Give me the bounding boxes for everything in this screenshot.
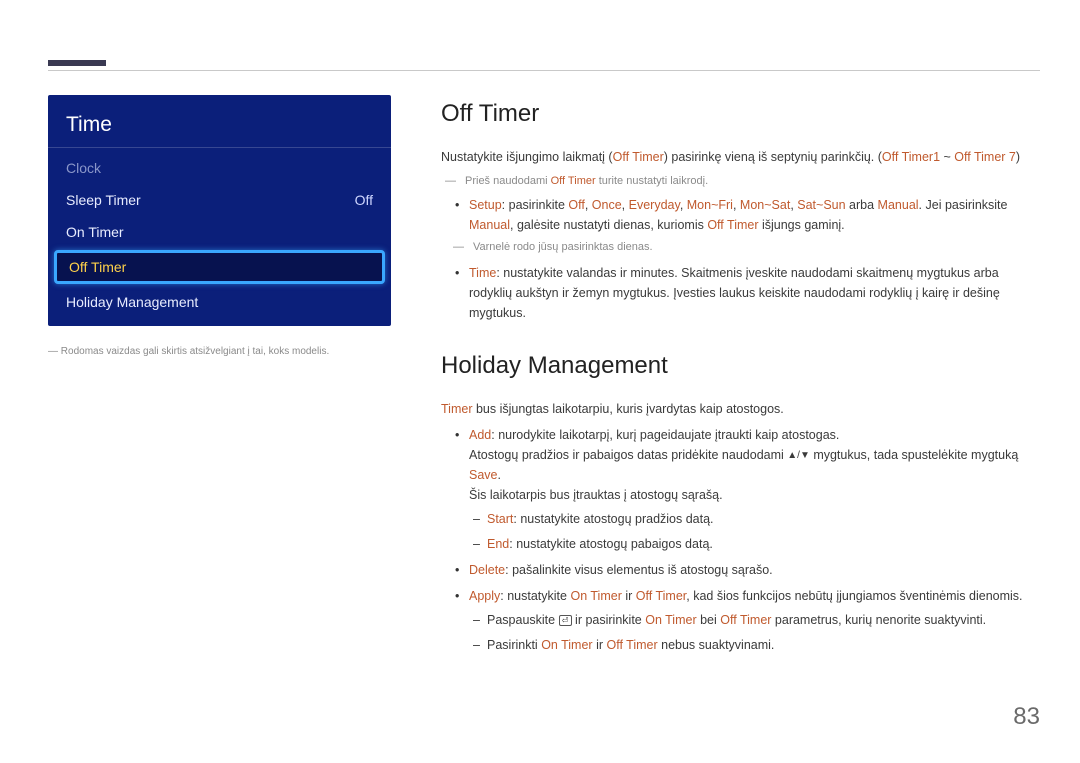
left-footnote: Rodomas vaizdas gali skirtis atsižvelgia… bbox=[48, 344, 391, 359]
kw-manual: Manual bbox=[469, 218, 510, 232]
kw-off-timer: Off Timer bbox=[551, 175, 596, 187]
holiday-bullets: Add: nurodykite laikotarpį, kurį pageida… bbox=[441, 425, 1040, 655]
kw-off-timer7: Off Timer 7 bbox=[954, 150, 1016, 164]
add-sublist: Start: nustatykite atostogų pradžios dat… bbox=[469, 509, 1040, 554]
right-column: Off Timer Nustatykite išjungimo laikmatį… bbox=[441, 95, 1040, 661]
heading-off-timer: Off Timer bbox=[441, 95, 1040, 133]
apply-sublist: Paspauskite ⏎ ir pasirinkite On Timer be… bbox=[469, 610, 1040, 655]
dash-end: End: nustatykite atostogų pabaigos datą. bbox=[487, 534, 1040, 554]
menu-item-holiday-management[interactable]: Holiday Management bbox=[48, 286, 391, 318]
kw-timer: Timer bbox=[441, 402, 472, 416]
kw-off-timer: Off Timer bbox=[720, 613, 771, 627]
time-menu-panel: Time Clock Sleep Timer Off On Timer Off … bbox=[48, 95, 391, 326]
menu-item-label: Clock bbox=[66, 160, 101, 176]
left-column: Time Clock Sleep Timer Off On Timer Off … bbox=[48, 95, 391, 661]
kw-on-timer: On Timer bbox=[541, 638, 592, 652]
menu-item-label: On Timer bbox=[66, 224, 124, 240]
bullet-time: Time: nustatykite valandas ir minutes. S… bbox=[469, 263, 1040, 323]
menu-item-label: Off Timer bbox=[69, 259, 126, 275]
kw-save: Save bbox=[469, 468, 498, 482]
enter-icon: ⏎ bbox=[559, 615, 572, 626]
bullet-setup: Setup: pasirinkite Off, Once, Everyday, … bbox=[469, 195, 1040, 257]
dash-apply-2: Pasirinkti On Timer ir Off Timer nebus s… bbox=[487, 635, 1040, 655]
bullet-add: Add: nurodykite laikotarpį, kurį pageida… bbox=[469, 425, 1040, 554]
kw-manual: Manual bbox=[878, 198, 919, 212]
kw-start: Start bbox=[487, 512, 513, 526]
menu-item-off-timer[interactable]: Off Timer bbox=[54, 250, 385, 284]
menu-item-label: Sleep Timer bbox=[66, 192, 141, 208]
header-accent bbox=[48, 60, 106, 66]
menu-item-clock[interactable]: Clock bbox=[48, 152, 391, 184]
bullet-apply: Apply: nustatykite On Timer ir Off Timer… bbox=[469, 586, 1040, 655]
kw-end: End bbox=[487, 537, 509, 551]
off-timer-intro: Nustatykite išjungimo laikmatį (Off Time… bbox=[441, 147, 1040, 167]
kw-off-timer: Off Timer bbox=[613, 150, 664, 164]
add-detail-2: Šis laikotarpis bus įtrauktas į atostogų… bbox=[469, 485, 1040, 505]
kw-add: Add bbox=[469, 428, 491, 442]
off-timer-bullets: Setup: pasirinkite Off, Once, Everyday, … bbox=[441, 195, 1040, 323]
add-detail-1: Atostogų pradžios ir pabaigos datas prid… bbox=[469, 445, 1040, 485]
kw-off-timer: Off Timer bbox=[707, 218, 758, 232]
kw-off-timer: Off Timer bbox=[636, 589, 686, 603]
menu-item-on-timer[interactable]: On Timer bbox=[48, 216, 391, 248]
up-down-arrow-icon: ▲/▼ bbox=[787, 448, 810, 464]
menu-item-label: Holiday Management bbox=[66, 294, 198, 310]
page-content: Time Clock Sleep Timer Off On Timer Off … bbox=[48, 95, 1040, 661]
kw-on-timer: On Timer bbox=[570, 589, 621, 603]
header-rule bbox=[48, 70, 1040, 71]
page-number: 83 bbox=[1013, 703, 1040, 731]
dash-start: Start: nustatykite atostogų pradžios dat… bbox=[487, 509, 1040, 529]
kw-time: Time bbox=[469, 266, 496, 280]
bullet-delete: Delete: pašalinkite visus elementus iš a… bbox=[469, 560, 1040, 580]
menu-item-value: Off bbox=[355, 192, 373, 208]
note-checkmark: Varnelė rodo jūsų pasirinktas dienas. bbox=[473, 239, 1040, 257]
menu-item-sleep-timer[interactable]: Sleep Timer Off bbox=[48, 184, 391, 216]
kw-setup: Setup bbox=[469, 198, 502, 212]
menu-title: Time bbox=[48, 95, 391, 148]
kw-off-timer1: Off Timer1 bbox=[882, 150, 940, 164]
note-clock-required: Prieš naudodami Off Timer turite nustaty… bbox=[465, 173, 1040, 191]
kw-delete: Delete bbox=[469, 563, 505, 577]
heading-holiday-management: Holiday Management bbox=[441, 347, 1040, 385]
kw-apply: Apply bbox=[469, 589, 500, 603]
holiday-intro: Timer bus išjungtas laikotarpiu, kuris į… bbox=[441, 399, 1040, 419]
dash-apply-1: Paspauskite ⏎ ir pasirinkite On Timer be… bbox=[487, 610, 1040, 630]
kw-off-timer: Off Timer bbox=[606, 638, 657, 652]
kw-on-timer: On Timer bbox=[645, 613, 696, 627]
